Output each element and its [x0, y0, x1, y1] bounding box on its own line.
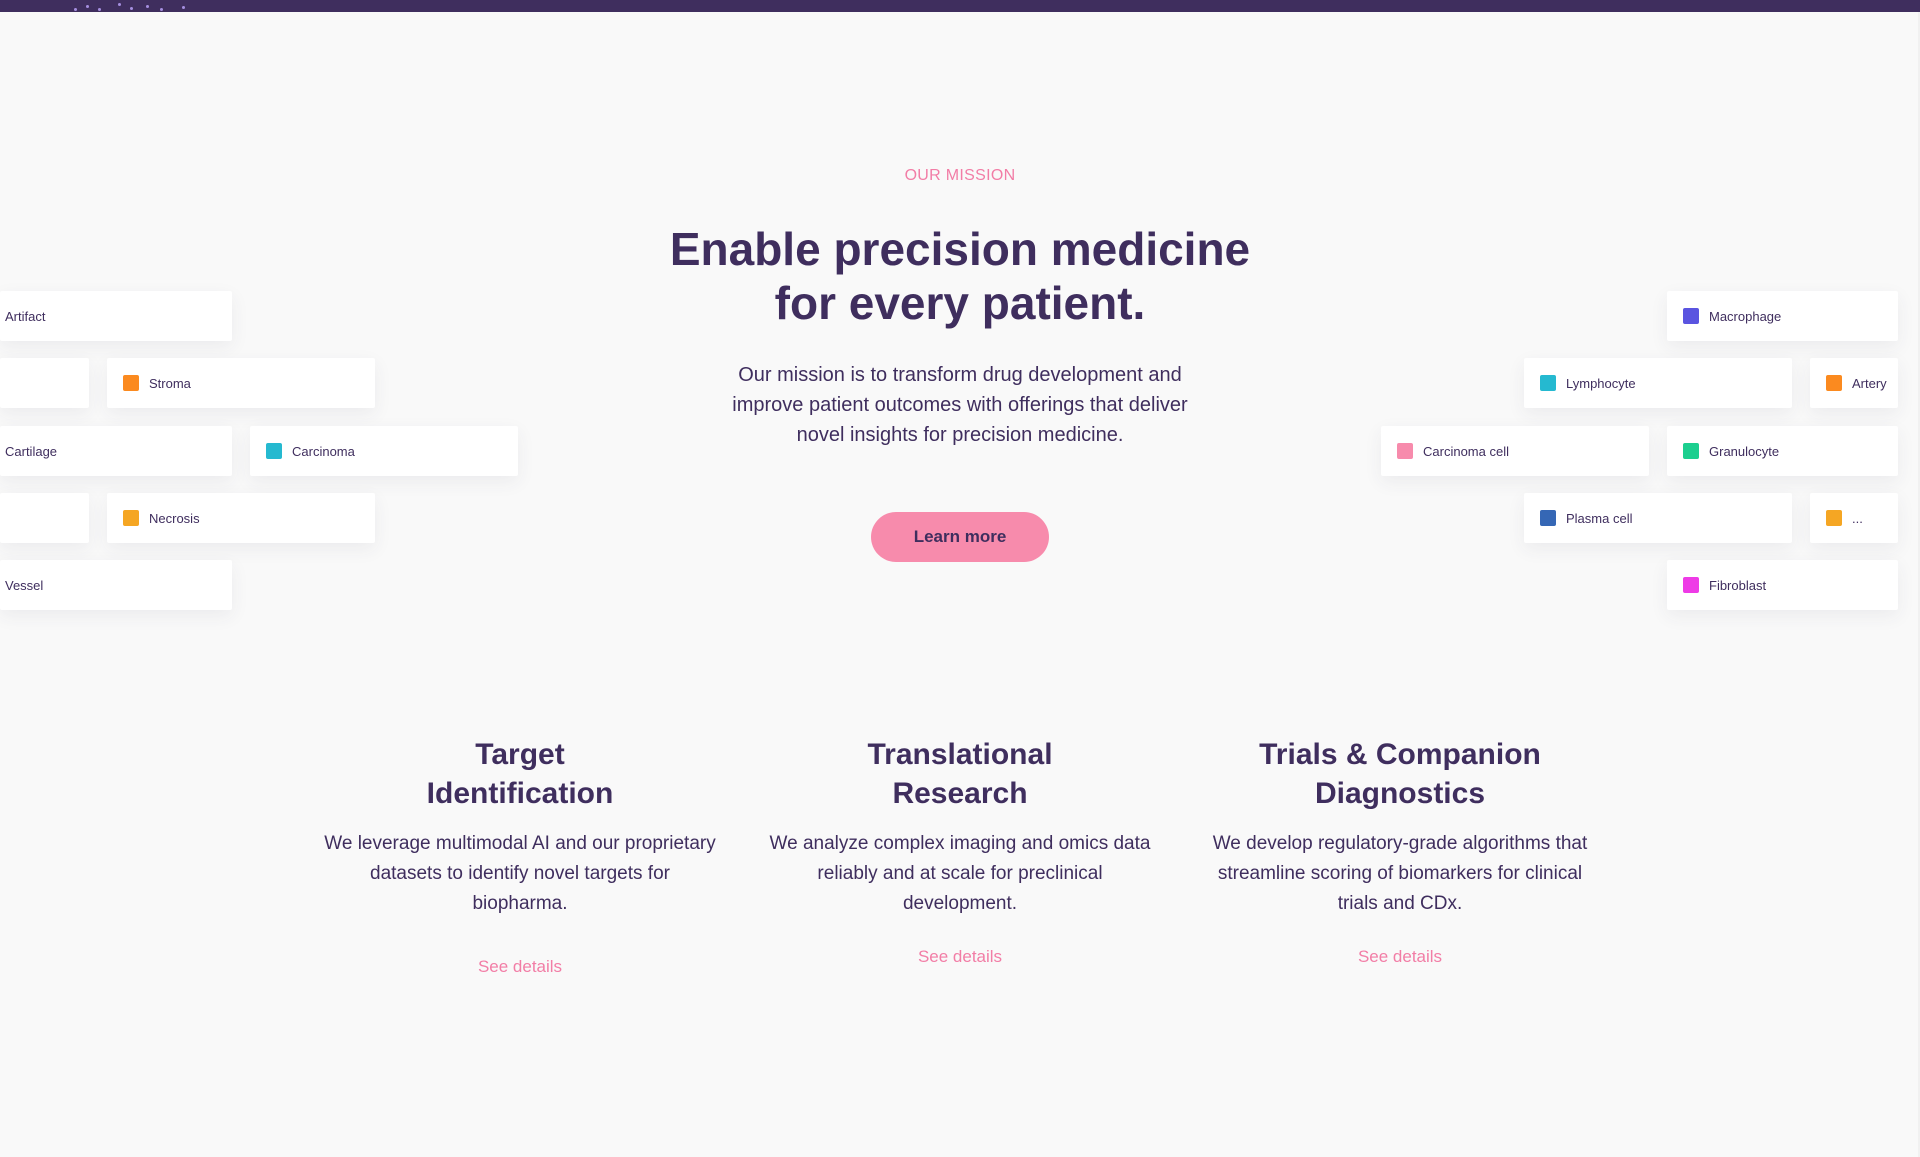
headline-line: Enable precision medicine	[669, 223, 1251, 275]
cell-label-chip: Artery	[1810, 358, 1898, 408]
offering-title-line: Trials & Companion	[1259, 738, 1541, 771]
tissue-label-chip: Artifact	[0, 291, 232, 341]
offering-title: Trials & Companion Diagnostics	[1200, 735, 1600, 813]
cell-label: ...	[1852, 510, 1863, 526]
offering-title: Target Identification	[320, 735, 720, 813]
tissue-label-chip: Stroma	[107, 358, 375, 408]
tissue-label-chip	[0, 493, 89, 543]
offering-title: Translational Research	[760, 735, 1160, 813]
color-swatch	[1826, 375, 1842, 391]
color-swatch	[1826, 510, 1842, 526]
tissue-label-chip: Necrosis	[107, 493, 375, 543]
offering-title-line: Identification	[426, 777, 614, 810]
cell-label-chip: ...	[1810, 493, 1898, 543]
offering-target-identification: Target Identification We leverage multim…	[320, 735, 720, 977]
cell-label-chip: Plasma cell	[1524, 493, 1792, 543]
cell-label: Carcinoma cell	[1423, 443, 1509, 459]
cell-label: Plasma cell	[1566, 510, 1633, 526]
tissue-label: Stroma	[149, 375, 191, 391]
decorative-dot	[146, 5, 149, 8]
color-swatch	[1540, 375, 1556, 391]
see-details-link[interactable]: See details	[760, 947, 1160, 967]
cell-label-chip: Granulocyte	[1667, 426, 1898, 476]
color-swatch	[1540, 510, 1556, 526]
color-swatch	[1683, 308, 1699, 324]
section-eyebrow: OUR MISSION	[904, 167, 1016, 184]
cell-label: Artery	[1852, 375, 1887, 391]
tissue-label-chip: Vessel	[0, 560, 232, 610]
cell-label-chip: Macrophage	[1667, 291, 1898, 341]
tissue-label: Cartilage	[5, 443, 58, 459]
color-swatch	[123, 510, 139, 526]
decorative-dot	[130, 7, 133, 10]
cell-label: Lymphocyte	[1566, 375, 1636, 391]
cell-label: Fibroblast	[1709, 577, 1767, 593]
top-banner-edge	[0, 0, 1920, 12]
color-swatch	[1683, 577, 1699, 593]
offering-description: We analyze complex imaging and omics dat…	[769, 833, 1151, 914]
offering-description: We develop regulatory-grade algorithms t…	[1212, 833, 1588, 914]
cell-label-chip: Fibroblast	[1667, 560, 1898, 610]
decorative-dot	[182, 6, 185, 9]
headline-line: for every patient.	[774, 277, 1146, 329]
offering-title-line: Diagnostics	[1314, 777, 1486, 810]
see-details-link[interactable]: See details	[320, 957, 720, 977]
learn-more-button[interactable]: Learn more	[871, 512, 1049, 562]
color-swatch	[123, 375, 139, 391]
tissue-label-chip	[0, 358, 89, 408]
offering-translational-research: Translational Research We analyze comple…	[760, 735, 1160, 967]
see-details-link[interactable]: See details	[1200, 947, 1600, 967]
mission-headline: Enable precision medicine for every pati…	[0, 222, 1920, 330]
tissue-label: Necrosis	[149, 510, 200, 526]
tissue-label: Artifact	[5, 308, 46, 324]
offering-description: We leverage multimodal AI and our propri…	[324, 833, 716, 914]
tissue-label-chip: Cartilage	[0, 426, 232, 476]
cell-label: Macrophage	[1709, 308, 1782, 324]
decorative-dot	[160, 8, 163, 11]
color-swatch	[1397, 443, 1413, 459]
offering-title-line: Target	[475, 738, 565, 771]
offering-trials-companion-diagnostics: Trials & Companion Diagnostics We develo…	[1200, 735, 1600, 967]
offering-title-line: Translational	[867, 738, 1053, 771]
decorative-dot	[118, 3, 121, 6]
cell-label-chip: Lymphocyte	[1524, 358, 1792, 408]
decorative-dot	[98, 8, 101, 11]
cell-label-chip: Carcinoma cell	[1381, 426, 1649, 476]
tissue-label: Vessel	[5, 577, 44, 593]
offering-title-line: Research	[892, 777, 1028, 810]
cell-label: Granulocyte	[1709, 443, 1780, 459]
decorative-dot	[74, 8, 77, 11]
mission-description: Our mission is to transform drug develop…	[732, 364, 1188, 446]
tissue-label: Carcinoma	[292, 443, 355, 459]
tissue-label-chip: Carcinoma	[250, 426, 518, 476]
decorative-dot	[86, 5, 89, 8]
color-swatch	[1683, 443, 1699, 459]
color-swatch	[266, 443, 282, 459]
